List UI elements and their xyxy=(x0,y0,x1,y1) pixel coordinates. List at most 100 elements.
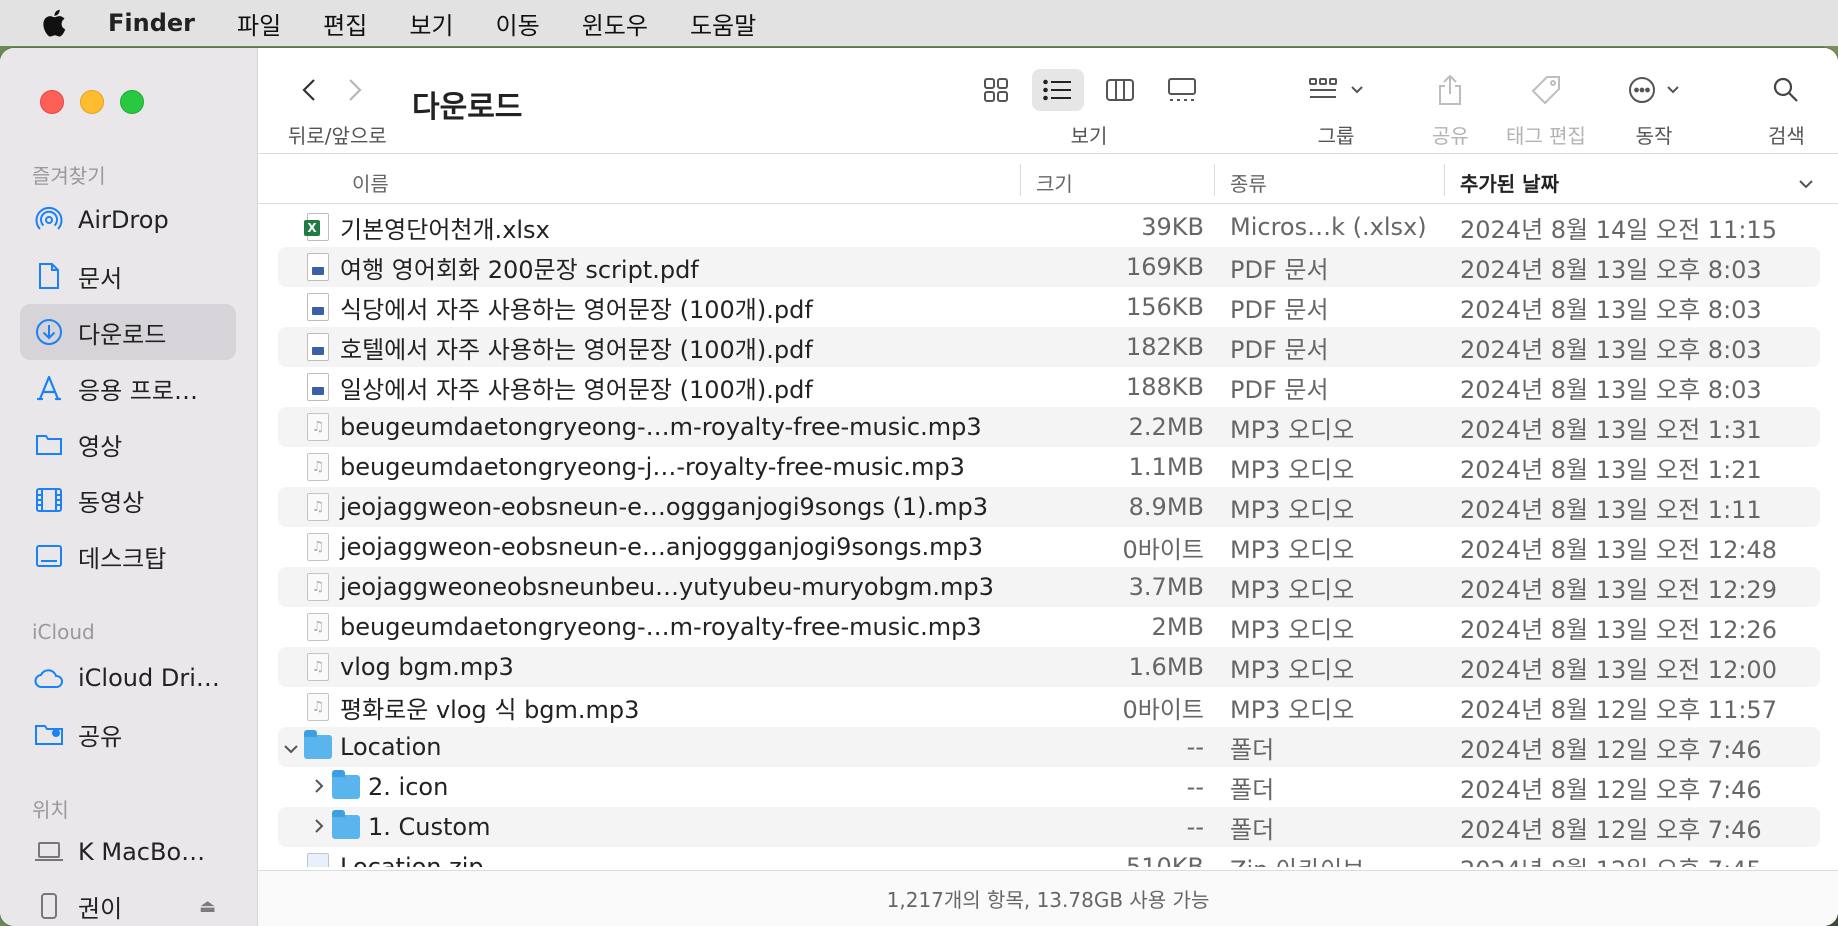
sidebar-item-label: 데스크탑 xyxy=(78,544,167,573)
file-list: X 기본영단어천개.xlsx 39KB Micros…k (.xlsx) 2024년 8… xyxy=(278,207,1820,867)
list-view-button[interactable] xyxy=(1032,69,1084,111)
sidebar-item-desktop[interactable]: 데스크탑 xyxy=(20,528,236,584)
menu-app-finder[interactable]: Finder xyxy=(108,9,195,37)
disclosure-collapsed-icon[interactable] xyxy=(309,775,329,799)
file-row[interactable]: ♫ 평화로운 vlog 식 bgm.mp3 0바이트 MP3 오디오 2024년 8월 … xyxy=(278,687,1820,727)
file-name: 기본영단어천개.xlsx xyxy=(340,215,550,244)
file-kind: 폴더 xyxy=(1230,815,1275,844)
icon-view-button[interactable] xyxy=(970,69,1022,111)
disclosure-collapsed-icon[interactable] xyxy=(309,815,329,839)
file-name: 식당에서 자주 사용하는 영어문장 (100개).pdf xyxy=(340,295,813,324)
column-size[interactable]: 크기 xyxy=(1036,168,1073,197)
close-button[interactable] xyxy=(40,90,64,114)
back-button[interactable] xyxy=(300,76,318,112)
gallery-view-button[interactable] xyxy=(1156,69,1208,111)
file-kind: Zip 아카이브 xyxy=(1230,850,1364,868)
menu-help[interactable]: 도움말 xyxy=(690,6,756,41)
chevron-down-icon xyxy=(1351,86,1363,94)
sidebar-item-applications[interactable]: 응용 프로… xyxy=(20,360,236,416)
file-row[interactable]: ♫ vlog bgm.mp3 1.6MB MP3 오디오 2024년 8월 13일 오전… xyxy=(278,647,1820,687)
file-name: Location.zip xyxy=(340,853,484,867)
column-divider[interactable] xyxy=(1214,164,1215,196)
file-row[interactable]: ♫ jeojaggweon-eobsneun-e…anjoggganjogi9so… xyxy=(278,527,1820,567)
sidebar-item-macbook[interactable]: K MacBo… xyxy=(20,824,236,880)
menu-window[interactable]: 윈도우 xyxy=(582,6,648,41)
sidebar-item-downloads[interactable]: 다운로드 xyxy=(20,304,236,360)
file-name: vlog bgm.mp3 xyxy=(340,653,514,681)
file-row[interactable]: ♫ beugeumdaetongryeong-…m-royalty-free-mu… xyxy=(278,407,1820,447)
file-row[interactable]: ♫ jeojaggweoneobsneunbeu…yutyubeu-muryobg… xyxy=(278,567,1820,607)
sidebar-item-videos-folder[interactable]: 영상 xyxy=(20,416,236,472)
menu-edit[interactable]: 편집 xyxy=(323,6,367,41)
folder-row[interactable]: 2. icon -- 폴더 2024년 8월 12일 오후 7:46 xyxy=(278,767,1820,807)
file-row[interactable]: 일상에서 자주 사용하는 영어문장 (100개).pdf 188KB PDF 문서 2… xyxy=(278,367,1820,407)
sidebar-item-movies[interactable]: 동영상 xyxy=(20,472,236,528)
file-row[interactable]: ♫ jeojaggweon-eobsneun-e…oggganjogi9songs… xyxy=(278,487,1820,527)
zoom-button[interactable] xyxy=(120,90,144,114)
audio-file-icon: ♫ xyxy=(304,692,332,722)
forward-button[interactable] xyxy=(346,76,364,112)
file-row[interactable]: 호텔에서 자주 사용하는 영어문장 (100개).pdf 182KB PDF 문서 2… xyxy=(278,327,1820,367)
file-date-added: 2024년 8월 13일 오전 1:11 xyxy=(1460,495,1762,524)
menu-go[interactable]: 이동 xyxy=(496,6,540,41)
finder-window: 즐겨찾기 AirDrop 문서 다운로드 응용 프로… 영상 동영상 데스크탑 … xyxy=(0,48,1838,926)
file-row[interactable]: X 기본영단어천개.xlsx 39KB Micros…k (.xlsx) 2024년 8… xyxy=(278,207,1820,247)
column-view-button[interactable] xyxy=(1094,69,1146,111)
menu-view[interactable]: 보기 xyxy=(409,6,453,41)
sidebar-item-phone[interactable]: 권이 ⏏ xyxy=(20,878,236,926)
tag-label: 태그 편집 xyxy=(1506,124,1586,148)
column-kind[interactable]: 종류 xyxy=(1230,168,1267,197)
file-kind: MP3 오디오 xyxy=(1230,575,1355,604)
apple-menu-icon[interactable] xyxy=(0,9,108,37)
column-header: 이름 크기 종류 추가된 날짜 xyxy=(258,154,1838,204)
minimize-button[interactable] xyxy=(80,90,104,114)
column-divider[interactable] xyxy=(1020,164,1021,196)
column-name[interactable]: 이름 xyxy=(352,168,389,197)
sidebar-item-airdrop[interactable]: AirDrop xyxy=(20,192,236,248)
column-date-added[interactable]: 추가된 날짜 xyxy=(1460,168,1559,197)
menu-file[interactable]: 파일 xyxy=(237,6,281,41)
sidebar-item-label: 문서 xyxy=(78,264,123,293)
sort-chevron-icon[interactable] xyxy=(1798,170,1814,194)
file-row[interactable]: 여행 영어회화 200문장 script.pdf 169KB PDF 문서 2024년… xyxy=(278,247,1820,287)
sidebar-item-documents[interactable]: 문서 xyxy=(20,248,236,304)
file-size: 0바이트 xyxy=(1122,695,1204,724)
file-name: jeojaggweon-eobsneun-e…oggganjogi9songs … xyxy=(340,493,989,521)
search-button[interactable]: 검색 xyxy=(1768,66,1805,149)
sidebar-item-label: 영상 xyxy=(78,432,123,461)
share-button[interactable]: 공유 xyxy=(1432,66,1469,149)
group-icon xyxy=(1309,78,1337,98)
group-control[interactable]: 그룹 xyxy=(1308,66,1364,149)
file-row[interactable]: ♫ beugeumdaetongryeong-…m-royalty-free-mu… xyxy=(278,607,1820,647)
pdf-file-icon xyxy=(304,372,332,402)
folder-row[interactable]: 1. Custom -- 폴더 2024년 8월 12일 오후 7:46 xyxy=(278,807,1820,847)
file-name: jeojaggweon-eobsneun-e…anjoggganjogi9son… xyxy=(340,533,983,561)
sidebar-item-icloud-drive[interactable]: iCloud Dri… xyxy=(20,650,236,706)
document-icon xyxy=(34,261,64,291)
file-row[interactable]: ♫ beugeumdaetongryeong-j…-royalty-free-mu… xyxy=(278,447,1820,487)
file-size: 2.2MB xyxy=(1128,413,1204,441)
file-size: 2MB xyxy=(1151,613,1204,641)
tag-button[interactable]: 태그 편집 xyxy=(1506,66,1586,149)
action-button[interactable]: 동작 xyxy=(1628,66,1680,149)
sidebar-item-shared[interactable]: 공유 xyxy=(20,706,236,762)
file-row[interactable]: 식당에서 자주 사용하는 영어문장 (100개).pdf 156KB PDF 문서 2… xyxy=(278,287,1820,327)
disclosure-expanded-icon[interactable] xyxy=(281,735,301,759)
menu-bar: Finder 파일 편집 보기 이동 윈도우 도움말 xyxy=(0,0,1838,46)
file-date-added: 2024년 8월 12일 오후 7:46 xyxy=(1460,815,1762,844)
file-size: 169KB xyxy=(1125,253,1204,281)
file-date-added: 2024년 8월 13일 오후 8:03 xyxy=(1460,375,1762,404)
action-label: 동작 xyxy=(1635,124,1673,148)
file-name: 1. Custom xyxy=(368,813,491,841)
folder-row[interactable]: Location -- 폴더 2024년 8월 12일 오후 7:46 xyxy=(278,727,1820,767)
audio-file-icon: ♫ xyxy=(304,612,332,642)
file-size: 156KB xyxy=(1125,293,1204,321)
sidebar-section-locations: 위치 xyxy=(32,798,69,822)
column-divider[interactable] xyxy=(1444,164,1445,196)
pdf-file-icon xyxy=(304,252,332,282)
file-row[interactable]: Location.zip 510KB Zip 아카이브 2024년 8월 12일 오후… xyxy=(278,847,1820,867)
shared-folder-icon xyxy=(34,719,64,749)
status-text: 1,217개의 항목, 13.78GB 사용 가능 xyxy=(886,888,1210,912)
sidebar-item-label: AirDrop xyxy=(78,206,169,234)
eject-icon[interactable]: ⏏ xyxy=(199,896,216,917)
